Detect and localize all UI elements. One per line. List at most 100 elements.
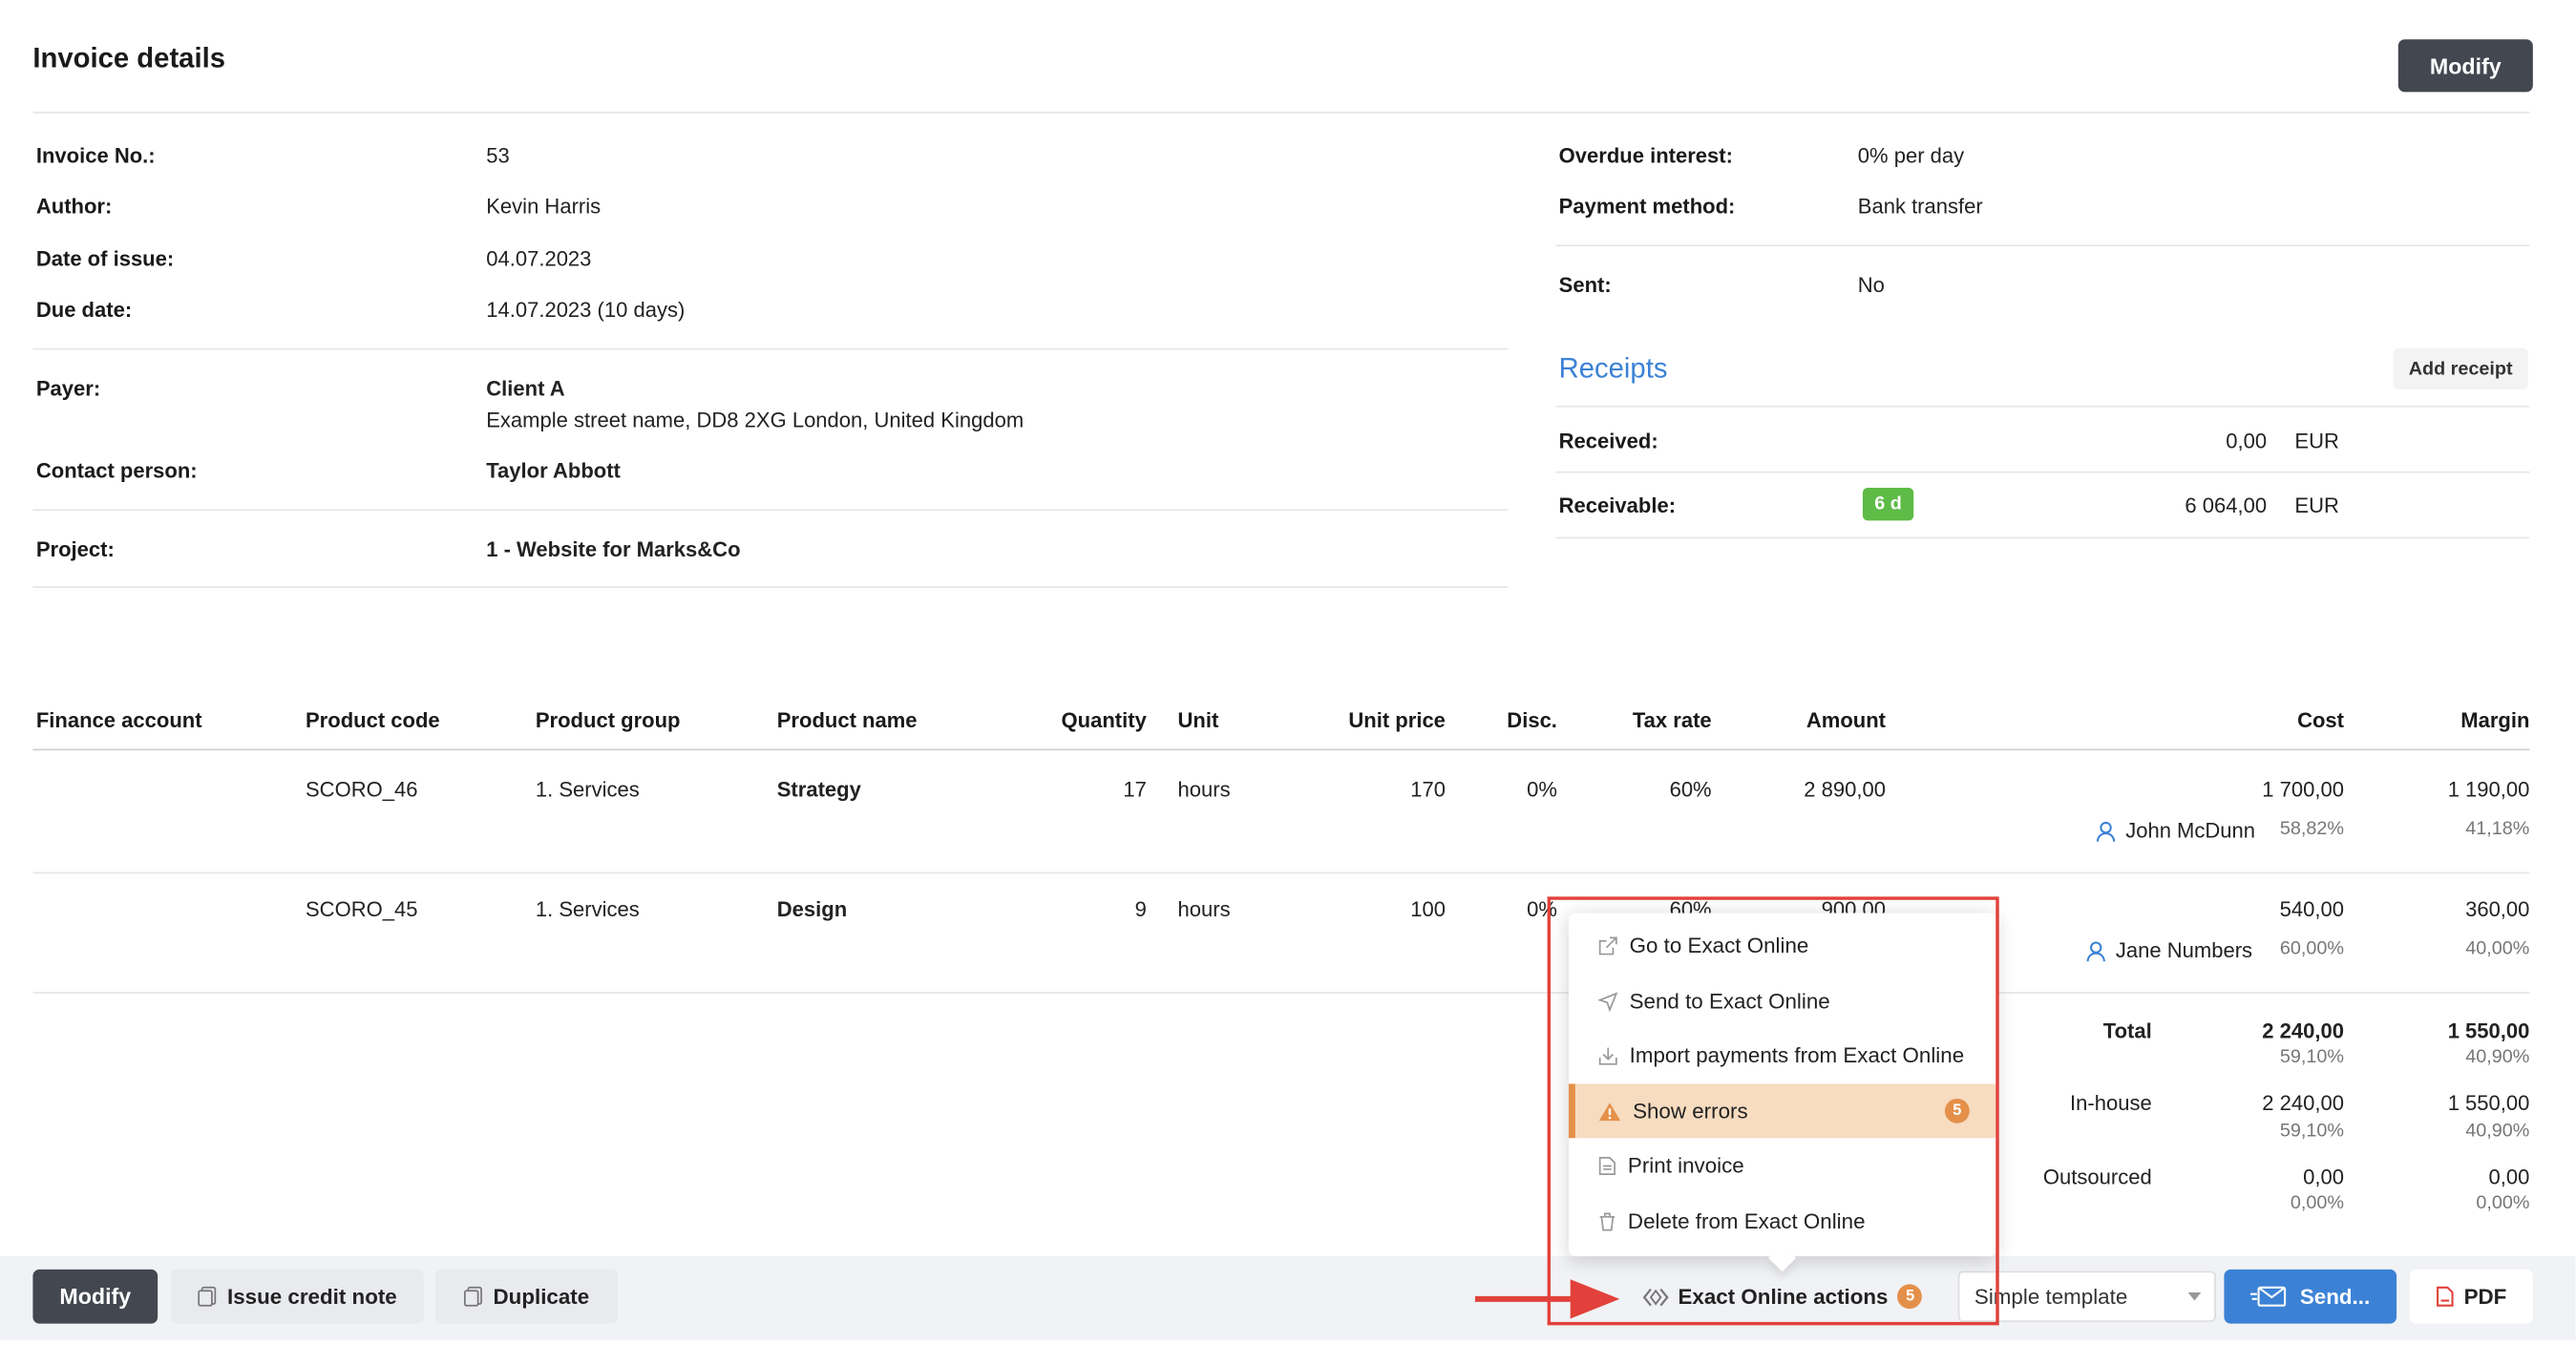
col-product-name: Product name bbox=[776, 707, 918, 733]
payment-method-label: Payment method: bbox=[1558, 194, 1736, 219]
receivable-days-badge: 6 d bbox=[1862, 487, 1914, 521]
inhouse-cost-percent: 59,10% bbox=[2279, 1122, 2345, 1142]
sent-value: No bbox=[1857, 272, 1885, 298]
total-cost-percent: 59,10% bbox=[2279, 1047, 2345, 1068]
trash-icon bbox=[1599, 1211, 1615, 1230]
issue-credit-note-button[interactable]: Issue credit note bbox=[170, 1269, 424, 1324]
inhouse-cost: 2 240,00 bbox=[2262, 1090, 2345, 1116]
col-amount: Amount bbox=[1805, 707, 1887, 733]
payer-label: Payer: bbox=[35, 375, 101, 401]
col-cost: Cost bbox=[2297, 707, 2345, 733]
outsourced-margin-percent: 0,00% bbox=[2476, 1193, 2530, 1214]
modify-button[interactable]: Modify bbox=[32, 1269, 158, 1324]
cell-unit-price: 100 bbox=[1410, 896, 1446, 922]
duplicate-label: Duplicate bbox=[493, 1284, 590, 1310]
cell-product-group: 1. Services bbox=[535, 896, 640, 922]
menu-item-label: Send to Exact Online bbox=[1629, 988, 1830, 1014]
total-margin-percent: 40,90% bbox=[2465, 1047, 2530, 1068]
credit-note-icon bbox=[198, 1286, 217, 1307]
date-of-issue-value: 04.07.2023 bbox=[486, 246, 592, 271]
cell-unit: hours bbox=[1177, 896, 1231, 922]
menu-item-go-to-exact-online[interactable]: Go to Exact Online bbox=[1569, 918, 1995, 973]
person-icon bbox=[2086, 941, 2105, 962]
chevron-down-icon bbox=[2187, 1292, 2202, 1301]
modify-button-top[interactable]: Modify bbox=[2397, 39, 2533, 93]
menu-item-delete-from-exact-online[interactable]: Delete from Exact Online bbox=[1569, 1194, 1995, 1249]
cell-amount: 2 890,00 bbox=[1804, 776, 1887, 802]
col-finance-account: Finance account bbox=[35, 707, 202, 733]
pdf-button[interactable]: PDF bbox=[2409, 1269, 2533, 1324]
divider bbox=[32, 509, 1509, 512]
invoice-no-label: Invoice No.: bbox=[35, 142, 156, 168]
cell-product-code: SCORO_45 bbox=[305, 896, 418, 922]
received-currency: EUR bbox=[2294, 429, 2339, 453]
exact-online-actions-menu: Go to Exact Online Send to Exact Online … bbox=[1568, 913, 1996, 1257]
project-label: Project: bbox=[35, 536, 115, 562]
inhouse-label: In-house bbox=[2070, 1090, 2152, 1116]
add-receipt-button[interactable]: Add receipt bbox=[2393, 347, 2528, 389]
due-date-label: Due date: bbox=[35, 297, 133, 323]
menu-item-send-to-exact-online[interactable]: Send to Exact Online bbox=[1569, 974, 1995, 1028]
sent-label: Sent: bbox=[1558, 272, 1612, 298]
contact-person-label: Contact person: bbox=[35, 457, 198, 483]
menu-item-label: Import payments from Exact Online bbox=[1629, 1042, 1965, 1068]
person-icon bbox=[2096, 822, 2116, 843]
send-button[interactable]: Send... bbox=[2224, 1269, 2397, 1324]
author-value: Kevin Harris bbox=[486, 194, 602, 219]
due-date-value: 14.07.2023 (10 days) bbox=[486, 297, 686, 323]
cell-product-name: Design bbox=[776, 896, 848, 922]
payer-name[interactable]: Client A bbox=[486, 376, 564, 401]
cell-unit-price: 170 bbox=[1410, 776, 1446, 802]
arrow-right-icon bbox=[1474, 1279, 1620, 1319]
table-header-divider bbox=[32, 748, 2530, 751]
template-select[interactable]: Simple template bbox=[1957, 1270, 2216, 1322]
payer-address: Example street name, DD8 2XG London, Uni… bbox=[486, 407, 1024, 432]
overdue-interest-value: 0% per day bbox=[1857, 142, 1965, 168]
total-margin: 1 550,00 bbox=[2447, 1018, 2530, 1043]
inhouse-margin-percent: 40,90% bbox=[2465, 1122, 2530, 1142]
send-icon bbox=[1597, 991, 1618, 1011]
cell-quantity: 17 bbox=[1123, 776, 1147, 802]
divider bbox=[32, 347, 1509, 350]
cell-product-code: SCORO_46 bbox=[305, 776, 418, 802]
date-of-issue-label: Date of issue: bbox=[35, 246, 175, 271]
col-tax-rate: Tax rate bbox=[1632, 707, 1712, 733]
page-title: Invoice details bbox=[32, 42, 225, 74]
warning-icon bbox=[1598, 1102, 1621, 1121]
cell-cost: 540,00 bbox=[2279, 896, 2345, 922]
outsourced-margin: 0,00 bbox=[2488, 1164, 2530, 1189]
cell-margin-percent: 40,00% bbox=[2465, 939, 2530, 959]
template-select-value: Simple template bbox=[1974, 1284, 2128, 1310]
cell-person[interactable]: Jane Numbers bbox=[2086, 937, 2252, 962]
project-value[interactable]: 1 - Website for Marks&Co bbox=[486, 537, 740, 562]
pdf-icon bbox=[2437, 1286, 2454, 1307]
cell-person[interactable]: John McDunn bbox=[2096, 818, 2255, 843]
received-label: Received: bbox=[1558, 429, 1658, 453]
menu-item-show-errors[interactable]: Show errors 5 bbox=[1568, 1083, 1996, 1139]
exact-online-actions-button[interactable]: Exact Online actions 5 bbox=[1617, 1269, 1947, 1324]
duplicate-button[interactable]: Duplicate bbox=[434, 1269, 618, 1324]
cell-unit: hours bbox=[1177, 776, 1231, 802]
duplicate-icon bbox=[464, 1286, 483, 1307]
contact-person-value[interactable]: Taylor Abbott bbox=[486, 458, 621, 483]
row-divider bbox=[32, 992, 2530, 994]
cell-cost: 1 700,00 bbox=[2262, 776, 2345, 802]
menu-item-label: Delete from Exact Online bbox=[1627, 1208, 1866, 1234]
received-value: 0,00 bbox=[2226, 429, 2268, 453]
envelope-icon bbox=[2250, 1286, 2287, 1307]
outsourced-cost-percent: 0,00% bbox=[2290, 1193, 2345, 1214]
menu-item-import-payments[interactable]: Import payments from Exact Online bbox=[1569, 1028, 1995, 1082]
divider bbox=[32, 586, 1509, 588]
overdue-interest-label: Overdue interest: bbox=[1558, 142, 1733, 168]
row-divider bbox=[32, 872, 2530, 874]
invoice-no-value: 53 bbox=[486, 142, 510, 168]
error-count-badge: 5 bbox=[1897, 1284, 1923, 1310]
receivable-currency: EUR bbox=[2294, 493, 2339, 517]
author-label: Author: bbox=[35, 194, 113, 219]
error-count-badge: 5 bbox=[1944, 1098, 1970, 1124]
menu-item-print-invoice[interactable]: Print invoice bbox=[1569, 1138, 1995, 1192]
col-unit-price: Unit price bbox=[1348, 707, 1446, 733]
cell-margin: 1 190,00 bbox=[2447, 776, 2530, 802]
import-icon bbox=[1598, 1046, 1617, 1064]
divider bbox=[1555, 244, 2530, 247]
